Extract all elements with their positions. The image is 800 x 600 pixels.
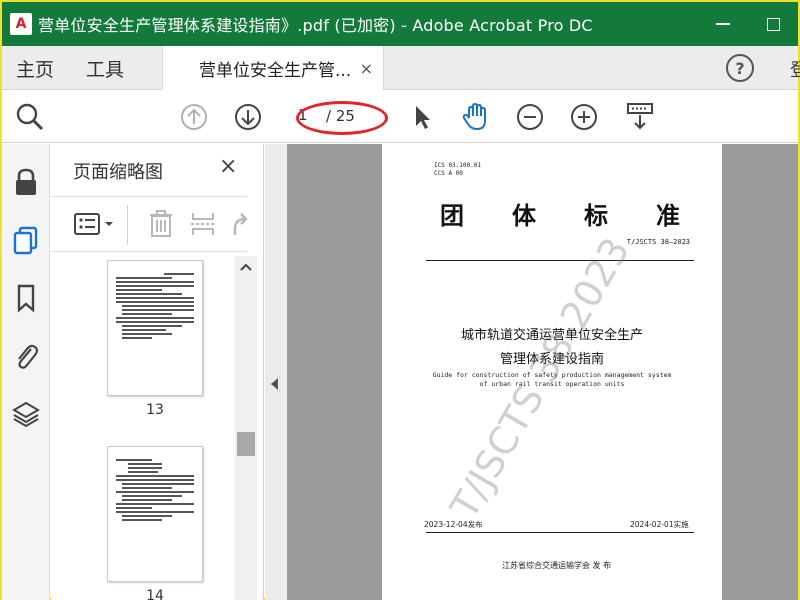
standard-number: T/JSCTS 38—2023 (626, 238, 690, 246)
page-rule-top (426, 260, 694, 261)
panel-toolbar-divider (127, 205, 128, 245)
thumbnail-label: 14 (146, 588, 164, 600)
scrollbar-thumb[interactable] (237, 432, 255, 456)
maximize-button[interactable] (748, 2, 798, 46)
collapse-left-icon[interactable] (271, 378, 278, 390)
title-char: 团 (440, 201, 464, 230)
bookmark-icon[interactable] (10, 282, 42, 314)
minimize-icon (716, 23, 730, 25)
document-page: ICS 03.100.01 CCS A 00 团 体 标 准 T/JSCTS 3… (382, 144, 722, 600)
thumbnail-list: 13 14 (51, 252, 235, 600)
tab-document[interactable]: 营单位安全生产管... × (162, 46, 384, 90)
title-bar: A 营单位安全生产管理体系建设指南》.pdf (已加密) - Adobe Acr… (2, 2, 798, 46)
search-zoom-icon[interactable] (14, 101, 46, 133)
page-thumbnail[interactable] (107, 260, 203, 396)
minimize-button[interactable] (698, 2, 748, 46)
window-controls (698, 2, 798, 46)
thumbnail-label: 13 (146, 402, 164, 418)
zoom-out-icon[interactable] (514, 101, 546, 133)
tab-close-icon[interactable]: × (360, 59, 373, 78)
highlight-ellipse-annotation (296, 101, 388, 135)
help-icon[interactable]: ? (726, 54, 754, 82)
tab-home[interactable]: 主页 (16, 46, 54, 90)
lock-icon[interactable] (10, 166, 42, 198)
zoom-in-icon[interactable] (568, 101, 600, 133)
hand-tool-icon[interactable] (460, 101, 492, 133)
select-cursor-icon[interactable] (406, 101, 438, 133)
implementation-date: 2024-02-01实施 (630, 520, 689, 529)
attachment-icon[interactable] (10, 340, 42, 372)
tab-tools[interactable]: 工具 (86, 46, 124, 90)
acrobat-logo-icon: A (10, 13, 32, 35)
delete-page-icon[interactable] (147, 209, 175, 243)
page-thumbnail[interactable] (107, 446, 203, 582)
scroll-up-icon[interactable] (235, 258, 257, 276)
window-title: 营单位安全生产管理体系建设指南》.pdf (已加密) - Adobe Acrob… (38, 16, 593, 35)
thumbnail-scrollbar[interactable] (235, 256, 257, 600)
rotate-page-icon[interactable] (229, 209, 249, 243)
panel-close-icon[interactable]: × (219, 154, 237, 179)
site-watermark: www.cnd (654, 572, 722, 591)
document-view[interactable]: ICS 03.100.01 CCS A 00 团 体 标 准 T/JSCTS 3… (287, 144, 798, 600)
left-navigation-rail (2, 144, 50, 600)
panel-title: 页面缩略图 (73, 162, 163, 183)
thumbnail-options-button[interactable] (73, 209, 119, 239)
scroll-mode-icon[interactable] (624, 101, 656, 133)
ccs-code: CCS A 00 (434, 170, 463, 177)
previous-page-icon[interactable] (178, 101, 210, 133)
tab-bar: 主页 工具 营单位安全生产管... × ? 登 (2, 46, 800, 90)
page-thumbnails-icon[interactable] (10, 224, 42, 256)
toolbar (2, 91, 798, 143)
layers-icon[interactable] (10, 398, 42, 430)
title-char: 体 (512, 201, 536, 230)
maximize-icon (766, 17, 780, 31)
title-char: 标 (584, 201, 608, 230)
issuing-organization: 江苏省综合交通运输学会 发 布 (502, 561, 612, 570)
panel-collapse-strip[interactable] (265, 144, 287, 600)
title-char: 准 (656, 201, 680, 230)
page-rule-bottom (426, 532, 694, 533)
issue-date: 2023-12-04发布 (424, 520, 483, 529)
standard-type-title: 团 体 标 准 (440, 196, 680, 231)
next-page-icon[interactable] (232, 101, 264, 133)
tab-document-label: 营单位安全生产管... (199, 60, 352, 81)
sign-in-button[interactable]: 登 (790, 56, 800, 82)
panel-toolbar (51, 196, 249, 252)
ics-code: ICS 03.100.01 (434, 162, 481, 169)
page-thumbnails-panel: 页面缩略图 × 13 14 (51, 144, 264, 600)
extract-page-icon[interactable] (189, 209, 217, 243)
